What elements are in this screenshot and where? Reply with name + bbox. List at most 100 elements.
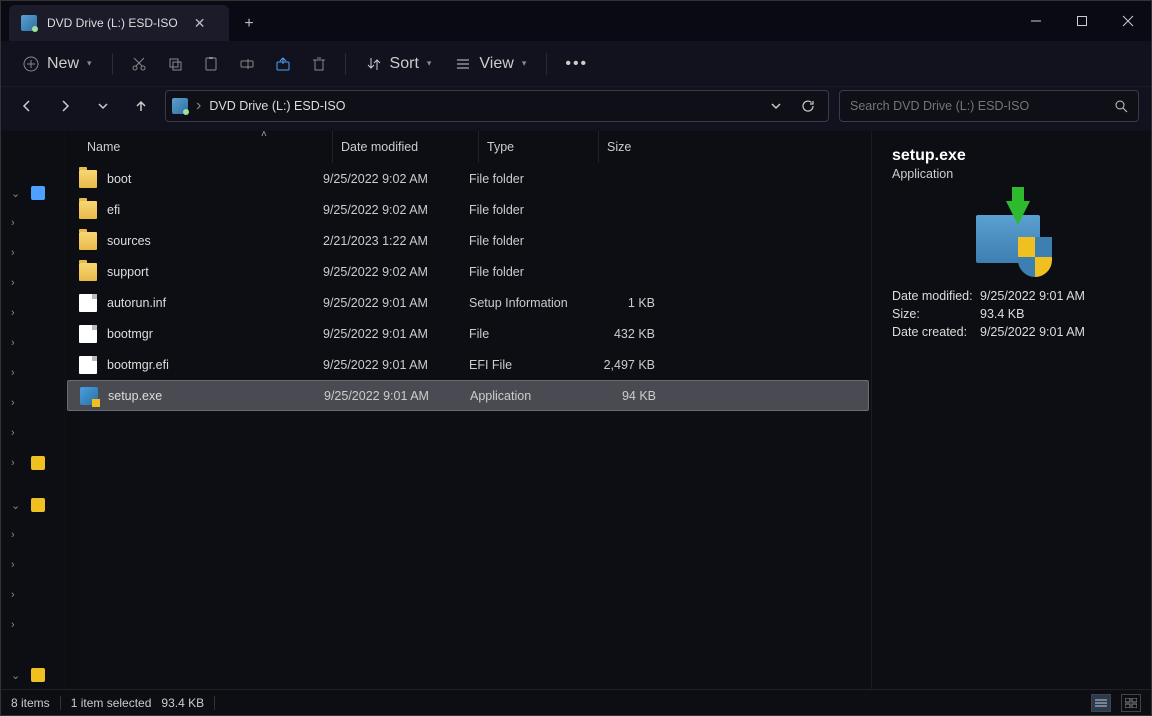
file-size: 432 KB xyxy=(589,327,655,341)
file-row[interactable]: sources2/21/2023 1:22 AMFile folder xyxy=(65,225,871,256)
nav-icon xyxy=(31,456,45,470)
details-view-button[interactable] xyxy=(1091,694,1111,712)
file-name: autorun.inf xyxy=(107,296,166,310)
nav-item[interactable]: › xyxy=(1,611,64,639)
status-selection-size: 93.4 KB xyxy=(161,696,204,710)
column-header-name[interactable]: Name xyxy=(79,131,333,163)
back-button[interactable] xyxy=(13,92,41,120)
nav-item[interactable]: › xyxy=(1,521,64,549)
nav-item[interactable]: › xyxy=(1,419,64,447)
refresh-button[interactable] xyxy=(794,92,822,120)
share-icon xyxy=(275,56,291,72)
file-row[interactable]: setup.exe 9/25/2022 9:01 AMApplication94 … xyxy=(67,380,869,411)
sort-ascending-icon: ˄ xyxy=(261,129,267,140)
chevron-right-icon: › xyxy=(11,589,25,601)
nav-item[interactable]: › xyxy=(1,449,64,477)
search-box[interactable] xyxy=(839,90,1139,122)
folder-icon xyxy=(79,170,97,188)
nav-item[interactable]: › xyxy=(1,551,64,579)
rename-icon xyxy=(239,56,255,72)
trash-icon xyxy=(311,56,327,72)
new-button[interactable]: New ▾ xyxy=(13,49,102,79)
minimize-button[interactable] xyxy=(1013,1,1059,41)
address-history-button[interactable] xyxy=(762,92,790,120)
nav-item[interactable]: › xyxy=(1,389,64,417)
nav-item[interactable]: ⌄ xyxy=(1,491,64,519)
window-tab[interactable]: DVD Drive (L:) ESD-ISO ✕ xyxy=(9,5,229,41)
column-header-date[interactable]: Date modified xyxy=(333,131,479,163)
nav-item[interactable]: › xyxy=(1,329,64,357)
sort-icon xyxy=(366,56,382,72)
share-button[interactable] xyxy=(267,50,299,78)
maximize-button[interactable] xyxy=(1059,1,1105,41)
cut-button[interactable] xyxy=(123,50,155,78)
file-row[interactable]: bootmgr.efi9/25/2022 9:01 AMEFI File2,49… xyxy=(65,349,871,380)
file-row[interactable]: efi9/25/2022 9:02 AMFile folder xyxy=(65,194,871,225)
file-type: Setup Information xyxy=(469,296,589,310)
file-type: File folder xyxy=(469,172,589,186)
paste-button[interactable] xyxy=(195,50,227,78)
file-row[interactable]: boot9/25/2022 9:02 AMFile folder xyxy=(65,163,871,194)
chevron-right-icon: › xyxy=(11,397,25,409)
file-date: 9/25/2022 9:01 AM xyxy=(324,389,470,403)
file-date: 9/25/2022 9:02 AM xyxy=(323,265,469,279)
file-row[interactable]: support9/25/2022 9:02 AMFile folder xyxy=(65,256,871,287)
file-row[interactable]: autorun.inf9/25/2022 9:01 AMSetup Inform… xyxy=(65,287,871,318)
copy-icon xyxy=(167,56,183,72)
nav-item[interactable]: › xyxy=(1,239,64,267)
nav-item[interactable]: ⌄ xyxy=(1,179,64,207)
forward-button[interactable] xyxy=(51,92,79,120)
folder-icon xyxy=(79,232,97,250)
new-tab-button[interactable]: + xyxy=(229,7,269,41)
up-button[interactable] xyxy=(127,92,155,120)
file-name: setup.exe xyxy=(108,389,162,403)
chevron-down-icon: ⌄ xyxy=(11,187,25,200)
navigation-pane[interactable]: ⌄ › › › › › › › › › ⌄ › › › › ⌄ xyxy=(1,131,65,689)
nav-item[interactable]: › xyxy=(1,299,64,327)
details-pane: setup.exe Application Date modified: 9/2… xyxy=(871,131,1151,689)
chevron-right-icon: › xyxy=(11,529,25,541)
nav-icon xyxy=(31,186,45,200)
nav-icon xyxy=(31,498,45,512)
file-type: File folder xyxy=(469,234,589,248)
column-header-type[interactable]: Type xyxy=(479,131,599,163)
close-window-button[interactable] xyxy=(1105,1,1151,41)
file-type: EFI File xyxy=(469,358,589,372)
nav-item[interactable]: › xyxy=(1,209,64,237)
thumbnails-view-button[interactable] xyxy=(1121,694,1141,712)
recent-button[interactable] xyxy=(89,92,117,120)
cut-icon xyxy=(131,56,147,72)
nav-item[interactable]: › xyxy=(1,359,64,387)
delete-button[interactable] xyxy=(303,50,335,78)
file-list[interactable]: ˄ Name Date modified Type Size boot9/25/… xyxy=(65,131,871,689)
search-input[interactable] xyxy=(850,99,1114,113)
address-bar[interactable]: › DVD Drive (L:) ESD-ISO xyxy=(165,90,829,122)
more-button[interactable]: ••• xyxy=(557,49,596,79)
nav-item[interactable]: › xyxy=(1,269,64,297)
rename-button[interactable] xyxy=(231,50,263,78)
view-button[interactable]: View ▾ xyxy=(445,49,536,79)
chevron-down-icon: ▾ xyxy=(522,58,527,69)
command-bar: New ▾ Sort ▾ View ▾ ••• xyxy=(1,41,1151,87)
status-selection: 1 item selected xyxy=(71,696,152,710)
file-size: 94 KB xyxy=(590,389,656,403)
copy-button[interactable] xyxy=(159,50,191,78)
file-date: 9/25/2022 9:01 AM xyxy=(323,358,469,372)
chevron-right-icon: › xyxy=(11,307,25,319)
nav-item[interactable]: ⌄ xyxy=(1,661,64,689)
file-row[interactable]: bootmgr9/25/2022 9:01 AMFile432 KB xyxy=(65,318,871,349)
chevron-down-icon: ▾ xyxy=(427,58,432,69)
address-row: › DVD Drive (L:) ESD-ISO xyxy=(1,87,1151,131)
file-type: Application xyxy=(470,389,590,403)
file-icon xyxy=(79,325,97,343)
details-size-value: 93.4 KB xyxy=(980,307,1131,321)
sort-button[interactable]: Sort ▾ xyxy=(356,49,442,79)
breadcrumb[interactable]: DVD Drive (L:) ESD-ISO xyxy=(209,99,345,113)
chevron-right-icon: › xyxy=(11,367,25,379)
column-header-size[interactable]: Size xyxy=(599,131,673,163)
chevron-right-icon: › xyxy=(196,97,201,115)
chevron-right-icon: › xyxy=(11,619,25,631)
status-bar: 8 items 1 item selected 93.4 KB xyxy=(1,689,1151,715)
nav-item[interactable]: › xyxy=(1,581,64,609)
close-tab-icon[interactable]: ✕ xyxy=(188,13,212,34)
